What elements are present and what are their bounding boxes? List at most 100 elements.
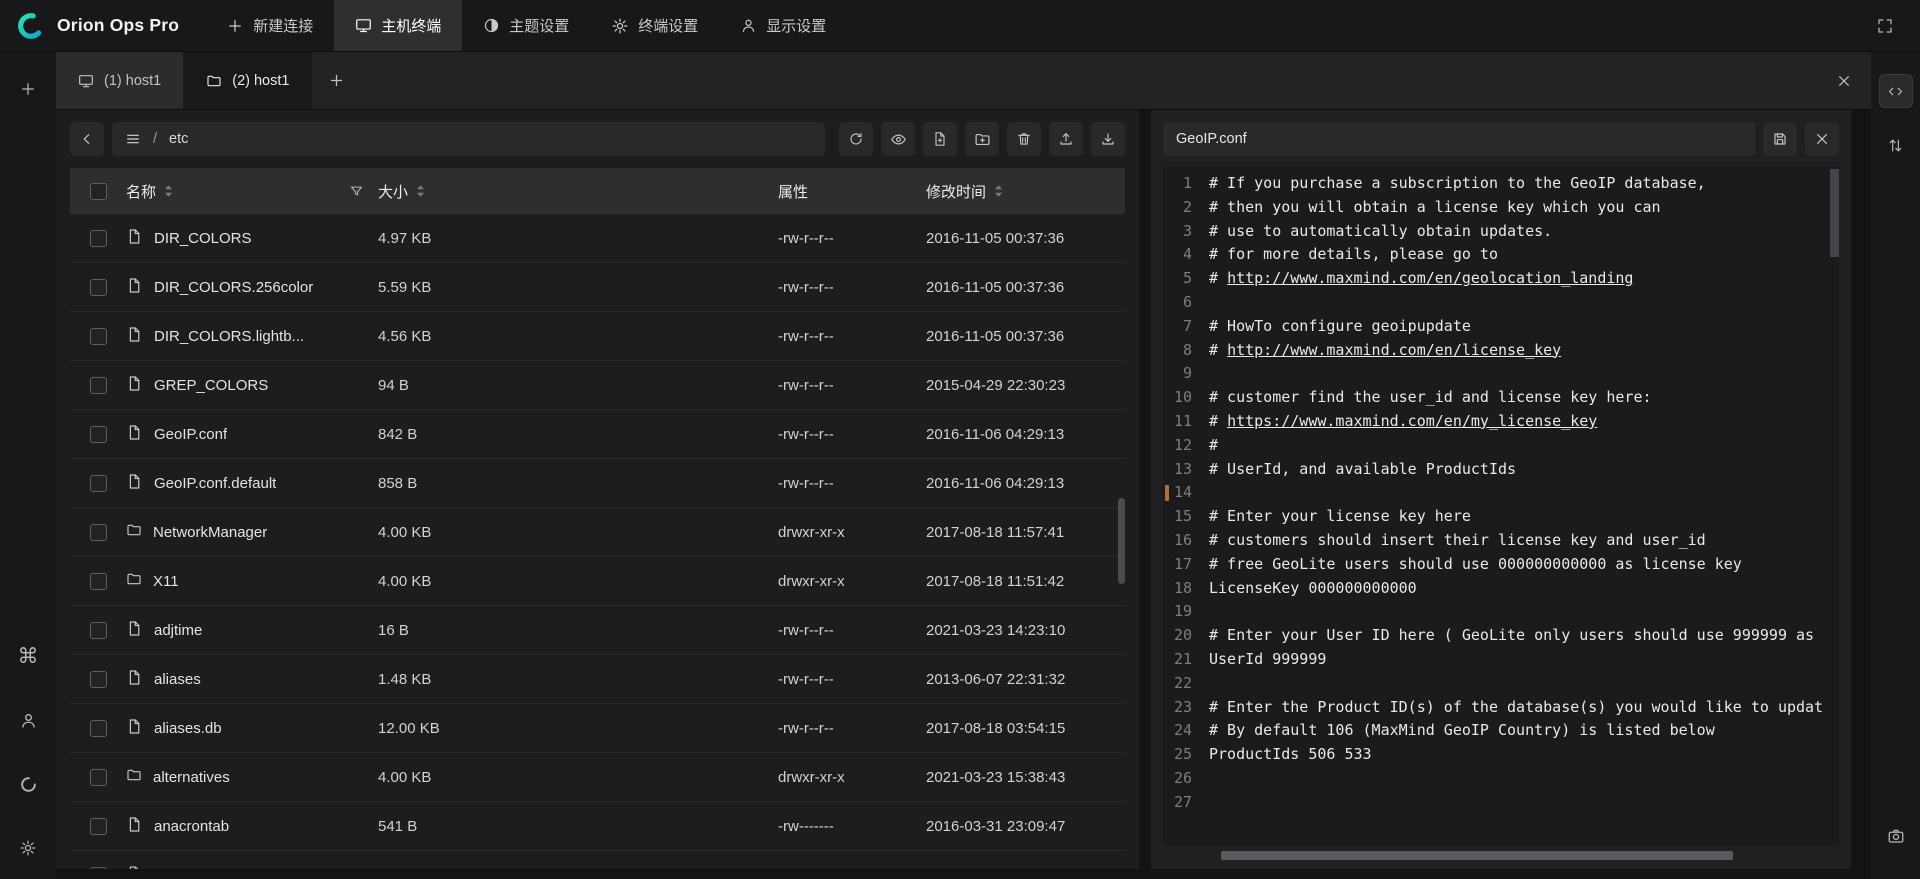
- code-button[interactable]: [1879, 74, 1913, 108]
- table-row[interactable]: [70, 851, 1125, 869]
- line-number: 18: [1163, 577, 1209, 601]
- table-row[interactable]: adjtime16 B-rw-r--r--2021-03-23 14:23:10: [70, 606, 1125, 655]
- table-row[interactable]: aliases.db12.00 KB-rw-r--r--2017-08-18 0…: [70, 704, 1125, 753]
- row-checkbox[interactable]: [90, 426, 107, 443]
- row-checkbox[interactable]: [90, 818, 107, 835]
- file-size: 4.00 KB: [378, 769, 778, 786]
- plus-button[interactable]: [11, 72, 45, 106]
- line-number: 15: [1163, 505, 1209, 529]
- fullscreen-button[interactable]: [1868, 9, 1902, 43]
- row-checkbox[interactable]: [90, 377, 107, 394]
- file-mtime: 2017-08-18 11:57:41: [926, 524, 1125, 541]
- column-size-label[interactable]: 大小: [378, 181, 408, 202]
- code-line: 14: [1163, 481, 1839, 505]
- sort-mtime-icon[interactable]: [993, 184, 1004, 198]
- menu-item-5[interactable]: 显示设置: [719, 0, 847, 51]
- table-row[interactable]: alternatives4.00 KBdrwxr-xr-x2021-03-23 …: [70, 753, 1125, 802]
- sort-size-icon[interactable]: [415, 184, 426, 198]
- table-row[interactable]: X114.00 KBdrwxr-xr-x2017-08-18 11:51:42: [70, 557, 1125, 606]
- folder-icon: [126, 522, 142, 538]
- table-row[interactable]: DIR_COLORS.256color5.59 KB-rw-r--r--2016…: [70, 263, 1125, 312]
- close-editor-button[interactable]: [1805, 122, 1839, 156]
- select-all-checkbox[interactable]: [90, 183, 107, 200]
- close-panel-button[interactable]: [1817, 52, 1871, 109]
- command-button[interactable]: ⌘: [11, 639, 45, 673]
- table-row[interactable]: aliases1.48 KB-rw-r--r--2013-06-07 22:31…: [70, 655, 1125, 704]
- table-row[interactable]: DIR_COLORS4.97 KB-rw-r--r--2016-11-05 00…: [70, 214, 1125, 263]
- row-checkbox[interactable]: [90, 573, 107, 590]
- row-checkbox[interactable]: [90, 524, 107, 541]
- camera-button[interactable]: [1879, 819, 1913, 853]
- menu-item-3[interactable]: 主题设置: [462, 0, 590, 51]
- doc-icon: [126, 228, 143, 245]
- menu-item-4[interactable]: 终端设置: [590, 0, 719, 51]
- swap-vertical-icon: [1887, 137, 1904, 154]
- download-button[interactable]: [1091, 122, 1125, 156]
- row-checkbox[interactable]: [90, 671, 107, 688]
- row-checkbox[interactable]: [90, 867, 107, 870]
- editor-vertical-scrollbar[interactable]: [1830, 169, 1839, 257]
- table-row[interactable]: GREP_COLORS94 B-rw-r--r--2015-04-29 22:3…: [70, 361, 1125, 410]
- file-attr: -rw-r--r--: [778, 426, 926, 443]
- table-row[interactable]: GeoIP.conf.default858 B-rw-r--r--2016-11…: [70, 459, 1125, 508]
- code-text: # then you will obtain a license key whi…: [1209, 196, 1661, 220]
- line-number: 6: [1163, 291, 1209, 315]
- line-number: 22: [1163, 672, 1209, 696]
- tabbar-tabs: (1) host1(2) host1: [56, 52, 312, 109]
- menu-item-label: 终端设置: [638, 15, 698, 36]
- file-manager-panel: / etc 名称: [56, 110, 1139, 869]
- file-attr: -rw-r--r--: [778, 230, 926, 247]
- refresh-button[interactable]: [839, 122, 873, 156]
- folder-icon: [206, 73, 222, 89]
- table-row[interactable]: DIR_COLORS.lightb...4.56 KB-rw-r--r--201…: [70, 312, 1125, 361]
- file-plus-button[interactable]: [923, 122, 957, 156]
- scrollbar-thumb[interactable]: [1221, 851, 1733, 860]
- file-size: 4.00 KB: [378, 573, 778, 590]
- trash-button[interactable]: [1007, 122, 1041, 156]
- table-row[interactable]: GeoIP.conf842 B-rw-r--r--2016-11-06 04:2…: [70, 410, 1125, 459]
- tab-2[interactable]: (2) host1: [184, 52, 312, 109]
- table-row[interactable]: anacrontab541 B-rw-------2016-03-31 23:0…: [70, 802, 1125, 851]
- current-directory[interactable]: etc: [169, 131, 188, 147]
- file-size: 842 B: [378, 426, 778, 443]
- editor-horizontal-scrollbar[interactable]: [1163, 851, 1839, 861]
- upload-button[interactable]: [1049, 122, 1083, 156]
- folder-plus-button[interactable]: [965, 122, 999, 156]
- gear-button[interactable]: [11, 831, 45, 865]
- back-button[interactable]: [70, 122, 104, 156]
- eye-button[interactable]: [881, 122, 915, 156]
- menu-item-1[interactable]: 新建连接: [205, 0, 334, 51]
- url-link[interactable]: http://www.maxmind.com/en/geolocation_la…: [1227, 269, 1633, 287]
- app-title: Orion Ops Pro: [57, 15, 179, 36]
- code-text: LicenseKey 000000000000: [1209, 577, 1417, 601]
- file-size: 5.59 KB: [378, 279, 778, 296]
- column-mtime-label[interactable]: 修改时间: [926, 181, 986, 202]
- row-checkbox[interactable]: [90, 230, 107, 247]
- row-checkbox[interactable]: [90, 720, 107, 737]
- row-checkbox[interactable]: [90, 328, 107, 345]
- menu-item-2[interactable]: 主机终端: [334, 0, 462, 51]
- url-link[interactable]: https://www.maxmind.com/en/my_license_ke…: [1227, 412, 1597, 430]
- file-list-scrollbar[interactable]: [1118, 498, 1125, 584]
- add-tab-button[interactable]: [312, 52, 360, 109]
- table-row[interactable]: NetworkManager4.00 KBdrwxr-xr-x2017-08-1…: [70, 508, 1125, 557]
- code-line: 7# HowTo configure geoipupdate: [1163, 315, 1839, 339]
- breadcrumb[interactable]: / etc: [112, 122, 825, 156]
- code-editor[interactable]: 1# If you purchase a subscription to the…: [1163, 166, 1839, 845]
- file-mtime: 2015-04-29 22:30:23: [926, 377, 1125, 394]
- column-name-label[interactable]: 名称: [126, 181, 156, 202]
- theme-ring-button[interactable]: [11, 767, 45, 801]
- row-checkbox[interactable]: [90, 769, 107, 786]
- file-attr: drwxr-xr-x: [778, 573, 926, 590]
- url-link[interactable]: http://www.maxmind.com/en/license_key: [1227, 341, 1561, 359]
- row-checkbox[interactable]: [90, 622, 107, 639]
- users-button[interactable]: [11, 703, 45, 737]
- swap-vertical-button[interactable]: [1879, 128, 1913, 162]
- save-button[interactable]: [1763, 122, 1797, 156]
- row-checkbox[interactable]: [90, 279, 107, 296]
- row-checkbox[interactable]: [90, 475, 107, 492]
- filter-icon[interactable]: [349, 184, 364, 199]
- tab-1[interactable]: (1) host1: [56, 52, 184, 109]
- file-name: DIR_COLORS.lightb...: [154, 328, 304, 345]
- sort-name-icon[interactable]: [163, 184, 174, 198]
